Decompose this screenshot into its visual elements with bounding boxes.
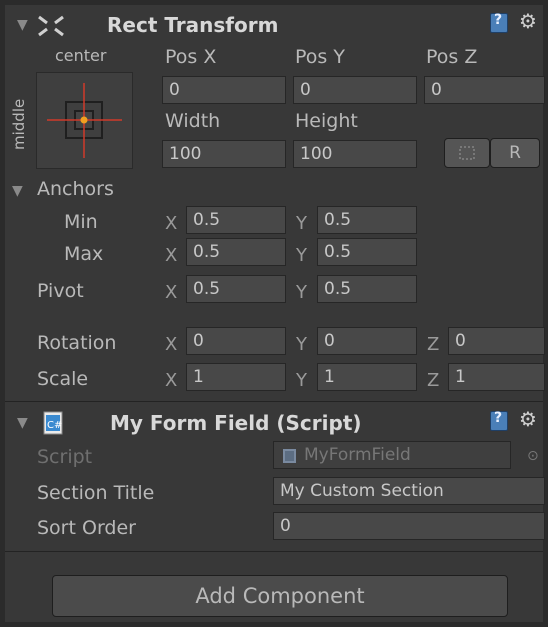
rotation-z-field[interactable]: 0	[448, 327, 545, 355]
pos-y-header: Pos Y	[295, 46, 345, 68]
component-title: Rect Transform	[107, 13, 279, 37]
pos-z-header: Pos Z	[426, 46, 478, 68]
gear-icon[interactable]: ⚙	[519, 409, 537, 429]
scale-x-field[interactable]: 1	[186, 363, 286, 391]
rotation-y-axis: Y	[296, 334, 307, 355]
rotation-x-axis: X	[165, 334, 178, 355]
sort-order-label: Sort Order	[37, 517, 136, 539]
svg-text:C#: C#	[47, 420, 62, 431]
anchors-foldout-icon[interactable]: ▼	[12, 184, 23, 198]
blueprint-dashed-icon	[459, 146, 475, 160]
raw-edit-button[interactable]: R	[490, 138, 540, 168]
section-title-label: Section Title	[37, 482, 155, 504]
rect-transform-header[interactable]: ▼ Rect Transform ⚙	[5, 5, 543, 45]
scale-y-field[interactable]: 1	[317, 363, 417, 391]
pivot-x-axis: X	[165, 282, 178, 303]
script-component-header[interactable]: ▼ C# My Form Field (Script) ⚙	[5, 403, 543, 443]
blueprint-mode-button[interactable]	[444, 138, 490, 168]
help-book-icon[interactable]	[490, 12, 508, 33]
anchor-preset-button[interactable]	[36, 72, 133, 169]
pivot-label: Pivot	[37, 280, 84, 302]
rotation-x-field[interactable]: 0	[186, 327, 286, 355]
height-field[interactable]: 100	[293, 140, 417, 168]
max-y-axis: Y	[296, 245, 307, 266]
anchor-min-x-field[interactable]: 0.5	[186, 206, 286, 234]
anchor-preset-icon	[47, 83, 122, 158]
gear-icon[interactable]: ⚙	[519, 11, 537, 31]
rect-transform-icon	[38, 15, 64, 37]
max-x-axis: X	[165, 245, 178, 266]
width-field[interactable]: 100	[162, 140, 286, 168]
rotation-y-field[interactable]: 0	[317, 327, 417, 355]
component-title: My Form Field (Script)	[110, 411, 362, 435]
script-file-icon	[283, 449, 296, 463]
anchor-max-label: Max	[64, 243, 104, 265]
min-x-axis: X	[165, 213, 178, 234]
pivot-y-field[interactable]: 0.5	[317, 275, 417, 303]
pos-y-field[interactable]: 0	[293, 76, 417, 104]
anchor-max-y-field[interactable]: 0.5	[317, 238, 417, 266]
help-book-icon[interactable]	[490, 410, 508, 431]
width-header: Width	[165, 110, 221, 132]
scale-z-field[interactable]: 1	[448, 363, 545, 391]
anchor-preset-label: center	[55, 46, 107, 65]
add-component-button[interactable]: Add Component	[52, 575, 508, 617]
sort-order-field[interactable]: 0	[273, 512, 545, 540]
rotation-z-axis: Z	[427, 334, 440, 355]
collapse-triangle-icon[interactable]: ▼	[17, 18, 28, 32]
min-y-axis: Y	[296, 213, 307, 234]
csharp-script-icon: C#	[43, 411, 63, 435]
script-reference-value: MyFormField	[304, 445, 411, 465]
script-reference-field: MyFormField	[273, 441, 511, 469]
object-picker-icon[interactable]: ⊙	[527, 448, 539, 464]
anchors-label[interactable]: Anchors	[37, 180, 114, 199]
pos-z-field[interactable]: 0	[424, 76, 545, 104]
script-label: Script	[37, 446, 93, 468]
anchor-min-label: Min	[64, 211, 98, 233]
scale-x-axis: X	[165, 370, 178, 391]
pos-x-field[interactable]: 0	[162, 76, 286, 104]
scale-label: Scale	[37, 368, 89, 390]
anchor-min-y-field[interactable]: 0.5	[317, 206, 417, 234]
component-divider	[5, 401, 543, 402]
pos-x-header: Pos X	[165, 46, 217, 68]
component-divider	[5, 551, 543, 552]
pivot-y-axis: Y	[296, 282, 307, 303]
scale-y-axis: Y	[296, 370, 307, 391]
section-title-field[interactable]: My Custom Section	[273, 477, 545, 505]
height-header: Height	[295, 110, 358, 132]
pivot-x-field[interactable]: 0.5	[186, 275, 286, 303]
anchor-max-x-field[interactable]: 0.5	[186, 238, 286, 266]
collapse-triangle-icon[interactable]: ▼	[17, 416, 28, 430]
anchor-side-label: middle	[10, 98, 28, 150]
rotation-label: Rotation	[37, 332, 117, 354]
scale-z-axis: Z	[427, 370, 440, 391]
